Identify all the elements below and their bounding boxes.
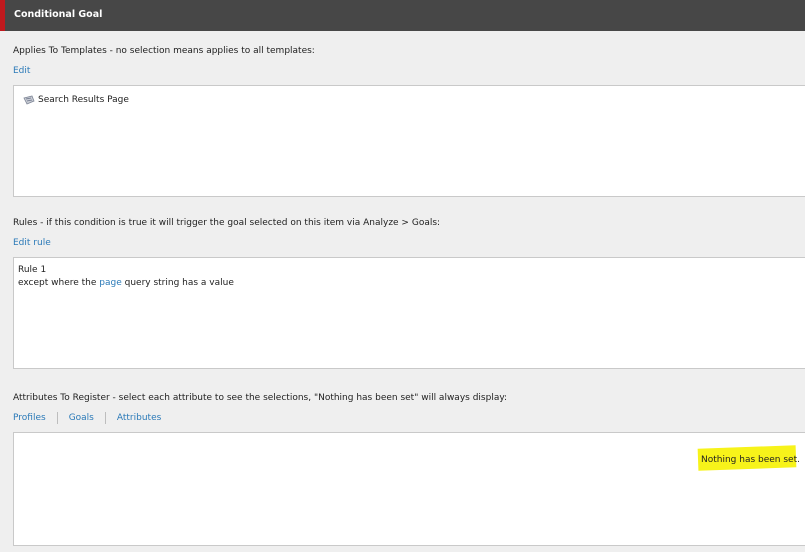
rule-prefix: except where the bbox=[18, 278, 100, 288]
edit-rule-link[interactable]: Edit rule bbox=[13, 238, 51, 248]
tab-profiles[interactable]: Profiles bbox=[13, 413, 46, 423]
template-icon bbox=[23, 95, 35, 105]
templates-box: Search Results Page bbox=[13, 85, 805, 197]
attributes-label: Attributes To Register - select each att… bbox=[13, 393, 508, 403]
rule-page-link[interactable]: page bbox=[99, 278, 121, 288]
tab-divider bbox=[104, 412, 106, 424]
attribute-tabs: Profiles Goals Attributes bbox=[13, 412, 161, 424]
template-item-search-results[interactable]: Search Results Page bbox=[23, 95, 129, 105]
rules-label: Rules - if this condition is true it wil… bbox=[13, 218, 441, 228]
edit-templates-link[interactable]: Edit bbox=[13, 66, 30, 76]
tab-divider bbox=[56, 412, 58, 424]
template-item-label: Search Results Page bbox=[38, 95, 129, 105]
tab-goals[interactable]: Goals bbox=[69, 413, 94, 423]
templates-label: Applies To Templates - no selection mean… bbox=[13, 46, 315, 56]
rule-suffix: query string has a value bbox=[121, 278, 234, 288]
rules-box: Rule 1 except where the page query strin… bbox=[13, 257, 805, 369]
rule-title: Rule 1 bbox=[18, 265, 47, 275]
empty-message: Nothing has been set. bbox=[701, 455, 800, 465]
tab-attributes[interactable]: Attributes bbox=[117, 413, 161, 423]
attributes-box bbox=[13, 432, 805, 546]
section-title: Conditional Goal bbox=[14, 9, 103, 20]
rule-condition: except where the page query string has a… bbox=[18, 277, 234, 290]
rule-text: Rule 1 except where the page query strin… bbox=[18, 264, 234, 290]
section-header: Conditional Goal bbox=[0, 0, 805, 31]
